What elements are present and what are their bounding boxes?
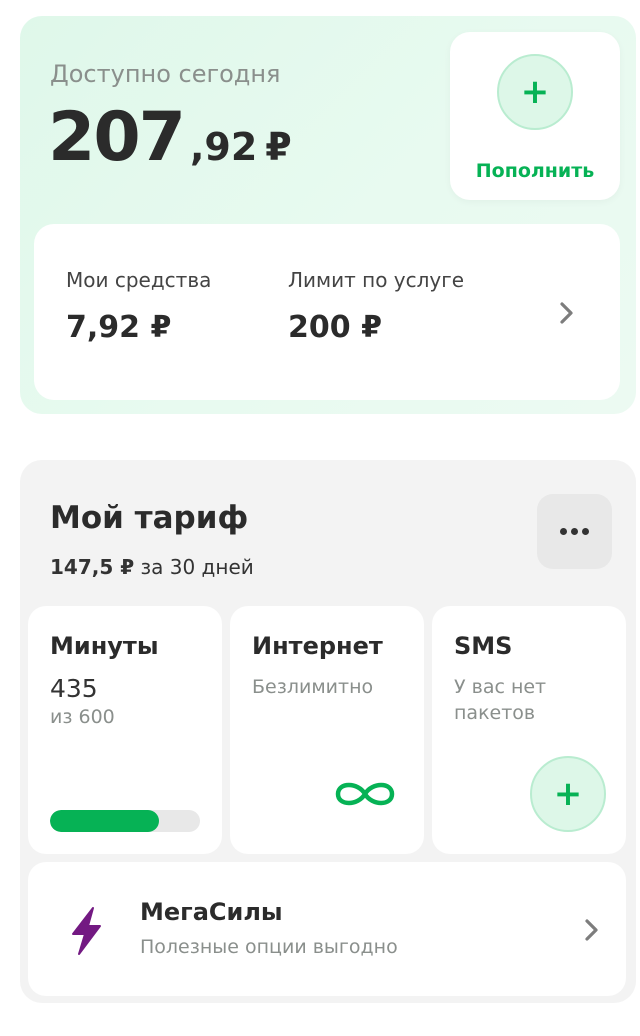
minutes-progress-fill <box>50 810 159 832</box>
internet-status: Безлимитно <box>252 676 374 698</box>
minutes-title: Минуты <box>50 632 159 660</box>
own-funds: Мои средства 7,92 ₽ <box>66 268 211 345</box>
sms-package[interactable]: SMS У вас нет пакетов + <box>432 606 626 854</box>
tariff-price-amount: 147,5 ₽ <box>50 555 135 579</box>
minutes-remaining: 435 <box>50 674 98 703</box>
internet-title: Интернет <box>252 632 383 660</box>
own-funds-label: Мои средства <box>66 268 212 292</box>
tariff-card: Мой тариф 147,5 ₽ за 30 дней Минуты 435 … <box>20 460 636 1003</box>
amount-integer: 207 <box>48 98 186 177</box>
minutes-package[interactable]: Минуты 435 из 600 <box>28 606 222 854</box>
amount-fraction: ,92 <box>189 125 258 169</box>
tariff-price-period: за 30 дней <box>140 555 254 579</box>
amount-currency: ₽ <box>265 125 292 169</box>
infinity-icon <box>335 782 395 806</box>
minutes-progress-bar <box>50 810 200 832</box>
more-dots-icon-dot <box>582 528 589 535</box>
own-funds-value: 7,92 ₽ <box>66 310 172 345</box>
plus-icon: + <box>497 54 573 130</box>
megasily-title: МегаСилы <box>140 898 283 926</box>
tariff-title: Мой тариф <box>50 500 249 536</box>
topup-button[interactable]: + Пополнить <box>450 32 620 200</box>
add-sms-package-button[interactable]: + <box>530 756 606 832</box>
available-today-label: Доступно сегодня <box>50 60 281 88</box>
chevron-right-icon <box>560 302 573 324</box>
lightning-icon <box>72 907 101 955</box>
more-options-button[interactable] <box>537 494 612 569</box>
megasily-banner[interactable]: МегаСилы Полезные опции выгодно <box>28 862 626 996</box>
minutes-total: из 600 <box>50 706 115 728</box>
megasily-subtitle: Полезные опции выгодно <box>140 936 398 958</box>
tariff-price: 147,5 ₽ за 30 дней <box>50 555 254 579</box>
internet-package[interactable]: Интернет Безлимитно <box>230 606 424 854</box>
balance-card: Доступно сегодня 207 ,92 ₽ + Пополнить М… <box>20 16 636 414</box>
service-limit: Лимит по услуге 200 ₽ <box>288 268 464 345</box>
plus-icon: + <box>553 774 583 814</box>
funds-details-card[interactable]: Мои средства 7,92 ₽ Лимит по услуге 200 … <box>34 224 620 400</box>
sms-title: SMS <box>454 632 513 660</box>
available-amount: 207 ,92 ₽ <box>48 98 292 177</box>
more-dots-icon <box>560 528 567 535</box>
service-limit-label: Лимит по услуге <box>288 268 465 292</box>
more-dots-icon-dot <box>571 528 578 535</box>
sms-status: У вас нет пакетов <box>454 676 547 724</box>
topup-label: Пополнить <box>475 160 595 182</box>
chevron-right-icon <box>585 919 598 941</box>
service-limit-value: 200 ₽ <box>288 310 382 345</box>
